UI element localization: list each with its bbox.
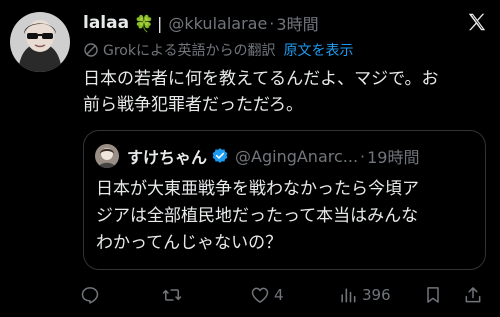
- retweet-icon: [162, 289, 182, 301]
- tweet-header: lalaa 🍀 | @kkulalarae · 3時間: [83, 10, 460, 36]
- tweet-text-line: 日本の若者に何を教えてるんだよ、マジで。お: [83, 69, 439, 89]
- verified-badge-icon: [212, 148, 228, 163]
- reply-button[interactable]: [80, 283, 104, 307]
- action-bar: 4 396: [80, 283, 490, 307]
- quote-avatar-image: [95, 144, 119, 168]
- quote-text-line: 日本が大東亜戦争を戦わなかったら今頃ア: [96, 179, 419, 199]
- tweet-text: 日本の若者に何を教えてるんだよ、マジで。お 前ら戦争犯罪者だっただろ。: [83, 66, 485, 118]
- heart-icon: [251, 287, 269, 303]
- quoted-tweet[interactable]: すけちゃん @AgingAnarc... · 19時間 日本が大東亜戦争を戦わな…: [83, 130, 486, 270]
- quote-author-avatar[interactable]: [95, 144, 119, 168]
- reply-icon: [81, 287, 99, 304]
- author-avatar[interactable]: [10, 12, 70, 72]
- quote-header: すけちゃん @AgingAnarc... · 19時間: [95, 144, 477, 168]
- author-handle[interactable]: @kkulalarae: [168, 14, 267, 33]
- quote-time[interactable]: 19時間: [367, 144, 419, 168]
- like-button[interactable]: 4: [250, 283, 284, 307]
- x-logo-icon[interactable]: [466, 11, 488, 33]
- tweet-card[interactable]: lalaa 🍀 | @kkulalarae · 3時間 Grokによる英語からの…: [0, 0, 500, 317]
- show-original-link[interactable]: 原文を表示: [284, 40, 354, 60]
- grok-translate-icon: [84, 43, 98, 57]
- quote-author-name[interactable]: すけちゃん: [127, 144, 207, 168]
- bookmark-button[interactable]: [423, 283, 443, 307]
- share-icon: [465, 287, 481, 303]
- views-button[interactable]: 396: [338, 283, 391, 307]
- translation-row: Grokによる英語からの翻訳 原文を表示: [83, 40, 354, 60]
- tweet-text-line: 前ら戦争犯罪者だっただろ。: [83, 95, 303, 115]
- share-button[interactable]: [463, 283, 483, 307]
- quote-text-line: わかってんじゃないの？: [96, 233, 283, 253]
- like-count: 4: [274, 286, 284, 304]
- quote-text-line: ジアは全部植民地だったって本当はみんな: [96, 206, 419, 226]
- views-chart-icon: [341, 288, 356, 303]
- translation-note: Grokによる英語からの翻訳: [103, 43, 276, 59]
- retweet-button[interactable]: [162, 283, 186, 307]
- tweet-time[interactable]: 3時間: [276, 11, 318, 35]
- bookmark-icon: [427, 287, 439, 303]
- name-bar: |: [157, 13, 163, 33]
- clover-emoji: 🍀: [134, 13, 154, 33]
- quote-author-handle[interactable]: @AgingAnarc...: [235, 147, 358, 166]
- quote-text: 日本が大東亜戦争を戦わなかったら今頃ア ジアは全部植民地だったって本当はみんな …: [96, 176, 481, 257]
- views-count: 396: [362, 286, 391, 304]
- author-display-name[interactable]: lalaa: [83, 13, 129, 33]
- separator-dot: ·: [269, 13, 275, 33]
- separator-dot: ·: [360, 146, 366, 166]
- author-avatar-image: [10, 12, 70, 72]
